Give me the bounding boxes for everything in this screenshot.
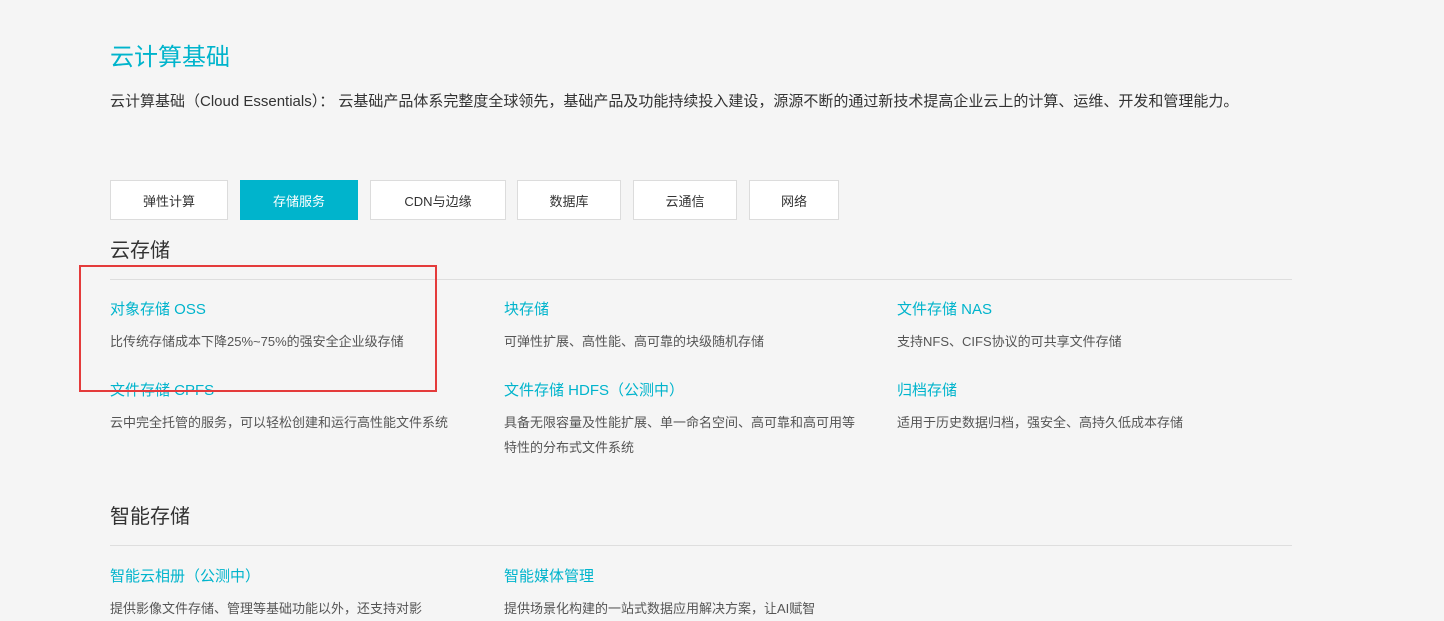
product-card-cpfs: 文件存储 CPFS 云中完全托管的服务，可以轻松创建和运行高性能文件系统	[110, 380, 462, 435]
product-link-hdfs[interactable]: 文件存储 HDFS（公测中）	[504, 380, 856, 402]
product-card-smart-album: 智能云相册（公测中） 提供影像文件存储、管理等基础功能以外，还支持对影	[110, 566, 462, 621]
tab-cloud-communication[interactable]: 云通信	[633, 180, 737, 220]
product-desc-block-storage: 可弹性扩展、高性能、高可靠的块级随机存储	[504, 334, 765, 349]
section-divider	[110, 545, 1292, 546]
product-desc-oss: 比传统存储成本下降25%~75%的强安全企业级存储	[110, 334, 404, 349]
product-link-nas[interactable]: 文件存储 NAS	[897, 299, 1257, 321]
product-link-archive[interactable]: 归档存储	[897, 380, 1257, 402]
tab-cdn-edge[interactable]: CDN与边缘	[370, 180, 506, 220]
section-title-cloud-storage: 云存储	[110, 240, 170, 262]
product-desc-hdfs: 具备无限容量及性能扩展、单一命名空间、高可靠和高可用等特性的分布式文件系统	[504, 415, 856, 455]
product-link-oss[interactable]: 对象存储 OSS	[110, 299, 470, 321]
product-desc-smart-media: 提供场景化构建的一站式数据应用解决方案，让AI赋智	[504, 601, 816, 616]
product-link-cpfs[interactable]: 文件存储 CPFS	[110, 380, 462, 402]
page-title: 云计算基础	[110, 44, 230, 71]
tab-storage-service[interactable]: 存储服务	[240, 180, 358, 220]
product-card-block-storage: 块存储 可弹性扩展、高性能、高可靠的块级随机存储	[504, 299, 864, 354]
product-link-smart-album[interactable]: 智能云相册（公测中）	[110, 566, 462, 588]
product-desc-archive: 适用于历史数据归档，强安全、高持久低成本存储	[897, 415, 1184, 430]
tab-database[interactable]: 数据库	[517, 180, 621, 220]
product-card-hdfs: 文件存储 HDFS（公测中） 具备无限容量及性能扩展、单一命名空间、高可靠和高可…	[504, 380, 856, 460]
product-card-smart-media: 智能媒体管理 提供场景化构建的一站式数据应用解决方案，让AI赋智	[504, 566, 856, 621]
product-card-nas: 文件存储 NAS 支持NFS、CIFS协议的可共享文件存储	[897, 299, 1257, 354]
product-link-block-storage[interactable]: 块存储	[504, 299, 864, 321]
tab-network[interactable]: 网络	[749, 180, 839, 220]
product-desc-cpfs: 云中完全托管的服务，可以轻松创建和运行高性能文件系统	[110, 415, 449, 430]
tab-elastic-compute[interactable]: 弹性计算	[110, 180, 228, 220]
product-link-smart-media[interactable]: 智能媒体管理	[504, 566, 856, 588]
section-title-smart-storage: 智能存储	[110, 506, 190, 528]
product-desc-nas: 支持NFS、CIFS协议的可共享文件存储	[897, 334, 1122, 349]
page-description: 云计算基础（Cloud Essentials）： 云基础产品体系完整度全球领先，…	[110, 93, 1239, 110]
product-card-oss: 对象存储 OSS 比传统存储成本下降25%~75%的强安全企业级存储	[110, 299, 470, 354]
product-card-archive: 归档存储 适用于历史数据归档，强安全、高持久低成本存储	[897, 380, 1257, 435]
section-divider	[110, 279, 1292, 280]
product-desc-smart-album: 提供影像文件存储、管理等基础功能以外，还支持对影	[110, 601, 423, 616]
